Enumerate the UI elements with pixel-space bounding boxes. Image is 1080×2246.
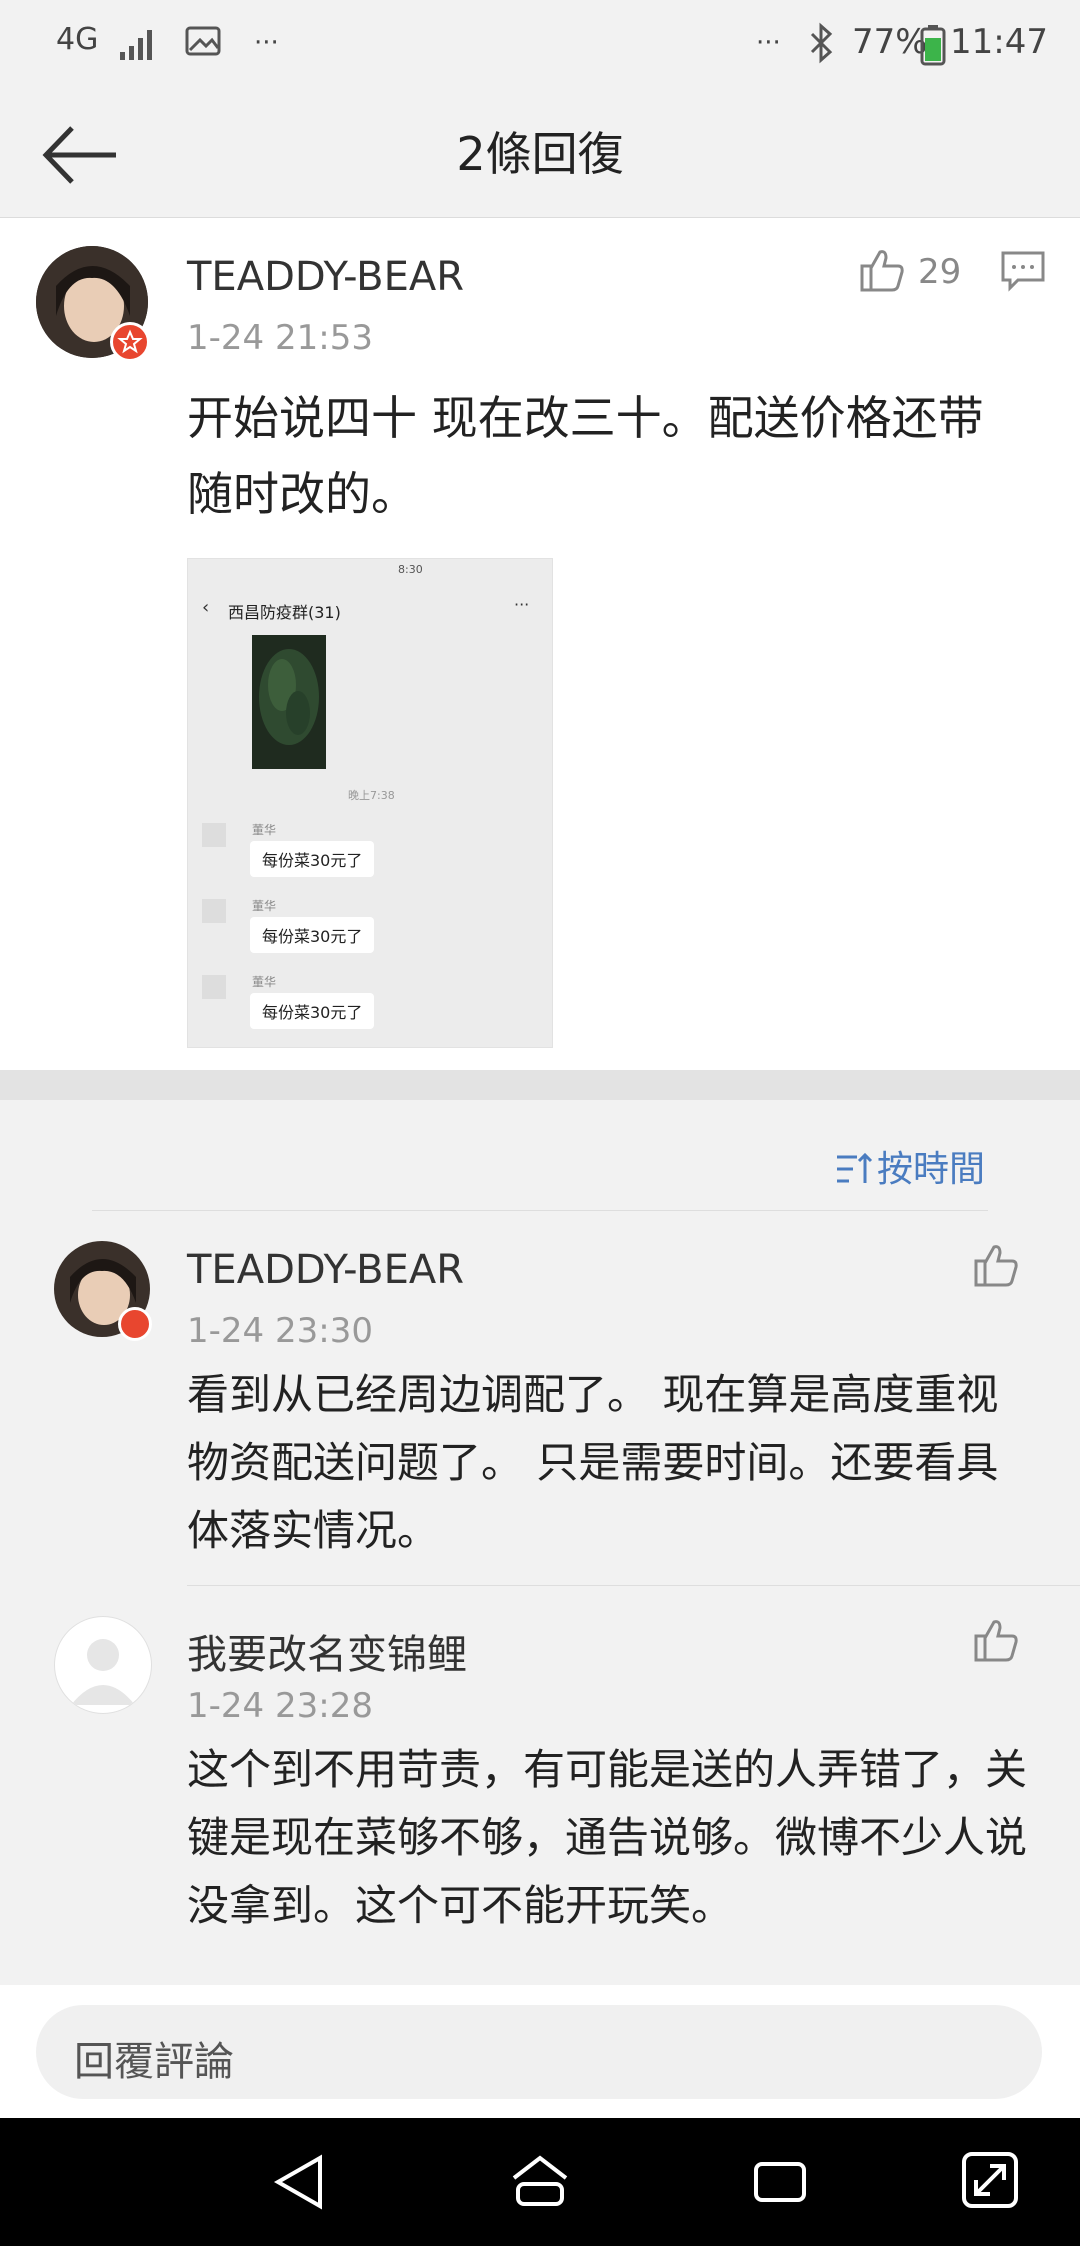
reply-username[interactable]: 我要改名变锦鲤 — [187, 1622, 467, 1680]
nav-expand-icon[interactable] — [960, 2150, 1020, 2210]
verified-badge-icon — [118, 1307, 152, 1341]
chat-image — [252, 635, 326, 769]
default-avatar-icon — [71, 1639, 135, 1705]
reply-item: 我要改名变锦鲤 1-24 23:28 这个到不用苛责，有可能是送的人弄错了，关 … — [0, 1586, 1080, 1984]
comment-content: 开始说四十 现在改三十。配送价格还带 随时改的。 — [187, 391, 984, 521]
nav-back-icon[interactable] — [272, 2152, 328, 2212]
reply-time: 1-24 23:30 — [187, 1311, 373, 1351]
thumb-up-icon — [974, 1620, 1018, 1662]
reply-time: 1-24 23:28 — [187, 1686, 373, 1726]
like-button[interactable] — [972, 1616, 1020, 1664]
comment-username[interactable]: TEADDY-BEAR — [187, 254, 464, 300]
signal-icon — [120, 30, 152, 60]
reply-content: 这个到不用苛责，有可能是送的人弄错了，关 键是现在菜够不够，通告说够。微博不少人… — [187, 1745, 1028, 1930]
like-count: 29 — [918, 252, 962, 292]
like-button[interactable] — [972, 1241, 1020, 1289]
like-button[interactable] — [858, 246, 906, 294]
page-title: 2條回復 — [456, 127, 624, 181]
image-icon — [185, 26, 221, 56]
bluetooth-icon — [810, 22, 833, 64]
comment-icon — [1001, 251, 1045, 292]
more-status-icon: ··· — [254, 28, 279, 58]
chat-title: 西昌防疫群(31) — [228, 603, 341, 622]
attached-image[interactable]: 8:30 ‹ 西昌防疫群(31) ··· 晚上7:38 董华 每份菜30元了 董… — [187, 558, 553, 1048]
chat-more-icon: ··· — [514, 595, 530, 614]
more-status-icon-right: ··· — [756, 28, 781, 58]
reply-input-bar: 回覆評論 — [0, 1985, 1080, 2118]
network-indicator: 4G — [56, 22, 99, 57]
main-comment: TEADDY-BEAR 1-24 21:53 29 开始说四十 现在改三十。配送… — [0, 218, 1080, 1070]
reply-input[interactable]: 回覆評論 — [36, 2005, 1042, 2099]
battery-percent: 77% — [852, 22, 928, 62]
chat-bubble: 每份菜30元了 — [250, 917, 375, 953]
header: 2條回復 — [0, 90, 1080, 218]
battery-icon — [920, 25, 946, 66]
verified-badge-icon — [110, 322, 150, 362]
system-nav-bar — [0, 2118, 1080, 2246]
clock: 11:47 — [950, 22, 1048, 62]
nav-recents-icon[interactable] — [752, 2154, 808, 2210]
section-gap — [0, 1070, 1080, 1100]
chat-back-icon: ‹ — [202, 597, 210, 618]
nav-home-icon[interactable] — [510, 2154, 570, 2210]
comment-time: 1-24 21:53 — [187, 318, 373, 358]
reply-username[interactable]: TEADDY-BEAR — [187, 1247, 464, 1293]
reply-item: TEADDY-BEAR 1-24 23:30 看到从已经周边调配了。 现在算是高… — [0, 1211, 1080, 1585]
chat-avatar — [202, 899, 226, 923]
chat-bubble: 每份菜30元了 — [250, 841, 375, 877]
reply-content: 看到从已经周边调配了。 现在算是高度重视 物资配送问题了。 只是需要时间。还要看… — [187, 1370, 999, 1555]
status-bar: 4G ··· ··· 77% 11:47 — [0, 0, 1080, 90]
thumb-up-icon — [860, 250, 904, 292]
avatar[interactable] — [54, 1616, 152, 1714]
thumb-up-icon — [974, 1245, 1018, 1287]
comment-button[interactable] — [1000, 250, 1046, 292]
chat-avatar — [202, 823, 226, 847]
chat-avatar — [202, 975, 226, 999]
chat-bubble: 每份菜30元了 — [250, 993, 375, 1029]
sort-icon — [836, 1152, 873, 1183]
sort-by-time-button[interactable]: 按時間 — [835, 1140, 985, 1192]
